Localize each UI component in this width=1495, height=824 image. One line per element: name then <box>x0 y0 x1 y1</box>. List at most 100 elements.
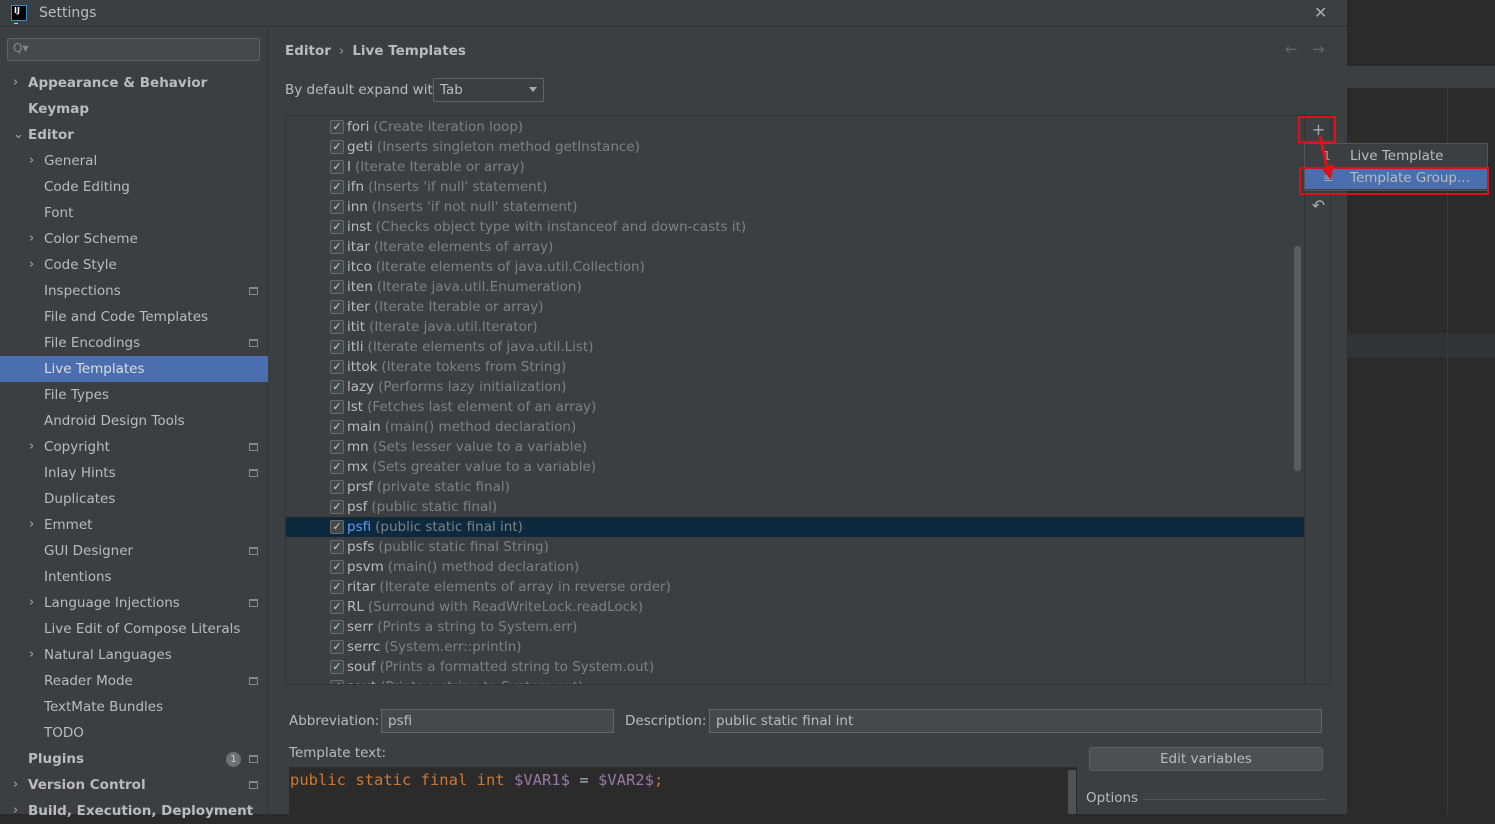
checkbox[interactable]: ✓ <box>330 360 344 374</box>
sidebar-item[interactable]: › Language Injections <box>0 590 268 616</box>
template-row[interactable]: ✓ psvm (main() method declaration) <box>286 557 1304 577</box>
edit-variables-button[interactable]: Edit variables <box>1089 747 1323 771</box>
template-row[interactable]: ✓ souf (Prints a formatted string to Syste… <box>286 657 1304 677</box>
checkbox[interactable]: ✓ <box>330 300 344 314</box>
template-row[interactable]: ✓ ritar (Iterate elements of array in reve… <box>286 577 1304 597</box>
checkbox[interactable]: ✓ <box>330 680 344 684</box>
checkbox[interactable]: ✓ <box>330 480 344 494</box>
forward-arrow-icon[interactable]: → <box>1312 40 1325 58</box>
template-row[interactable]: ✓ psfi (public static final int) <box>286 517 1304 537</box>
sidebar-item[interactable]: › Natural Languages <box>0 642 268 668</box>
sidebar-item[interactable]: › Appearance & Behavior <box>0 70 268 96</box>
template-row[interactable]: ✓ I (Iterate Iterable or array) <box>286 157 1304 177</box>
template-row[interactable]: ✓ ittok (Iterate tokens from String) <box>286 357 1304 377</box>
chevron-right-icon[interactable]: › <box>13 70 18 96</box>
checkbox[interactable]: ✓ <box>330 200 344 214</box>
template-row[interactable]: ✓ itar (Iterate elements of array) <box>286 237 1304 257</box>
chevron-right-icon[interactable]: › <box>29 148 34 174</box>
close-icon[interactable]: ✕ <box>1314 3 1327 22</box>
sidebar-item[interactable]: Android Design Tools <box>0 408 268 434</box>
sidebar-item[interactable]: Reader Mode <box>0 668 268 694</box>
abbreviation-input[interactable]: psfi <box>381 709 614 733</box>
chevron-right-icon[interactable]: › <box>29 252 34 278</box>
description-input[interactable]: public static final int <box>709 709 1322 733</box>
template-text-editor[interactable]: public static final int $VAR1$ = $VAR2$; <box>289 767 1077 814</box>
chevron-right-icon[interactable]: › <box>13 798 18 824</box>
sidebar-item[interactable]: TextMate Bundles <box>0 694 268 720</box>
template-row[interactable]: ✓ itli (Iterate elements of java.util.List… <box>286 337 1304 357</box>
sidebar-item[interactable]: Duplicates <box>0 486 268 512</box>
sidebar-item[interactable]: › Build, Execution, Deployment <box>0 798 268 824</box>
checkbox[interactable]: ✓ <box>330 520 344 534</box>
checkbox[interactable]: ✓ <box>330 540 344 554</box>
sidebar-item[interactable]: › Emmet <box>0 512 268 538</box>
checkbox[interactable]: ✓ <box>330 640 344 654</box>
list-scrollbar[interactable] <box>1294 246 1301 471</box>
editor-scrollbar[interactable] <box>1068 770 1076 814</box>
sidebar-item[interactable]: File Types <box>0 382 268 408</box>
checkbox[interactable]: ✓ <box>330 180 344 194</box>
template-row[interactable]: ✓ main (main() method declaration) <box>286 417 1304 437</box>
checkbox[interactable]: ✓ <box>330 280 344 294</box>
template-row[interactable]: ✓ inn (Inserts 'if not null' statement) <box>286 197 1304 217</box>
sidebar-item[interactable]: Code Editing <box>0 174 268 200</box>
checkbox[interactable]: ✓ <box>330 620 344 634</box>
sidebar-item[interactable]: Live Templates <box>0 356 268 382</box>
template-row[interactable]: ✓ psf (public static final) <box>286 497 1304 517</box>
sidebar-item[interactable]: › Code Style <box>0 252 268 278</box>
checkbox[interactable]: ✓ <box>330 120 344 134</box>
template-row[interactable]: ✓ inst (Checks object type with instanceof… <box>286 217 1304 237</box>
template-row[interactable]: ✓ fori (Create iteration loop) <box>286 117 1304 137</box>
sidebar-item[interactable]: GUI Designer <box>0 538 268 564</box>
template-row[interactable]: ✓ lazy (Performs lazy initialization) <box>286 377 1304 397</box>
template-row[interactable]: ✓ ifn (Inserts 'if null' statement) <box>286 177 1304 197</box>
sidebar-item[interactable]: › General <box>0 148 268 174</box>
expand-with-select[interactable]: Tab <box>433 78 544 102</box>
sidebar-item[interactable]: Plugins 1 <box>0 746 268 772</box>
sidebar-item[interactable]: Inspections <box>0 278 268 304</box>
chevron-right-icon[interactable]: › <box>29 590 34 616</box>
search-input[interactable]: Q▾ <box>7 38 260 61</box>
sidebar-item[interactable]: › Copyright <box>0 434 268 460</box>
template-row[interactable]: ✓ itit (Iterate java.util.Iterator) <box>286 317 1304 337</box>
template-row[interactable]: ✓ mx (Sets greater value to a variable) <box>286 457 1304 477</box>
template-row[interactable]: ✓ RL (Surround with ReadWriteLock.readLock… <box>286 597 1304 617</box>
sidebar-item[interactable]: Live Edit of Compose Literals <box>0 616 268 642</box>
template-row[interactable]: ✓ iter (Iterate Iterable or array) <box>286 297 1304 317</box>
template-row[interactable]: ✓ mn (Sets lesser value to a variable) <box>286 437 1304 457</box>
template-row[interactable]: ✓ itco (Iterate elements of java.util.Coll… <box>286 257 1304 277</box>
menu-item-live-template[interactable]: 1 Live Template <box>1305 146 1487 167</box>
chevron-right-icon[interactable]: › <box>29 434 34 460</box>
checkbox[interactable]: ✓ <box>330 660 344 674</box>
sidebar-item[interactable]: Font <box>0 200 268 226</box>
template-row[interactable]: ✓ serrc (System.err::println) <box>286 637 1304 657</box>
template-row[interactable]: ✓ serr (Prints a string to System.err) <box>286 617 1304 637</box>
back-arrow-icon[interactable]: ← <box>1285 40 1298 58</box>
chevron-right-icon[interactable]: › <box>13 772 18 798</box>
breadcrumb-parent[interactable]: Editor <box>285 43 331 59</box>
checkbox[interactable]: ✓ <box>330 260 344 274</box>
checkbox[interactable]: ✓ <box>330 560 344 574</box>
checkbox[interactable]: ✓ <box>330 420 344 434</box>
chevron-right-icon[interactable]: › <box>29 226 34 252</box>
sidebar-item[interactable]: ⌄ Editor <box>0 122 268 148</box>
template-row[interactable]: ✓ iten (Iterate java.util.Enumeration) <box>286 277 1304 297</box>
template-row[interactable]: ✓ geti (Inserts singleton method getInstan… <box>286 137 1304 157</box>
checkbox[interactable]: ✓ <box>330 320 344 334</box>
sidebar-item[interactable]: Keymap <box>0 96 268 122</box>
checkbox[interactable]: ✓ <box>330 440 344 454</box>
chevron-right-icon[interactable]: › <box>29 642 34 668</box>
checkbox[interactable]: ✓ <box>330 340 344 354</box>
chevron-down-icon[interactable]: ⌄ <box>13 122 24 148</box>
checkbox[interactable]: ✓ <box>330 160 344 174</box>
sidebar-item[interactable]: Inlay Hints <box>0 460 268 486</box>
undo-icon[interactable]: ↶ <box>1305 196 1330 215</box>
template-row[interactable]: ✓ prsf (private static final) <box>286 477 1304 497</box>
checkbox[interactable]: ✓ <box>330 140 344 154</box>
checkbox[interactable]: ✓ <box>330 400 344 414</box>
checkbox[interactable]: ✓ <box>330 220 344 234</box>
checkbox[interactable]: ✓ <box>330 500 344 514</box>
template-row[interactable]: ✓ psfs (public static final String) <box>286 537 1304 557</box>
sidebar-item[interactable]: Intentions <box>0 564 268 590</box>
sidebar-item[interactable]: › Version Control <box>0 772 268 798</box>
